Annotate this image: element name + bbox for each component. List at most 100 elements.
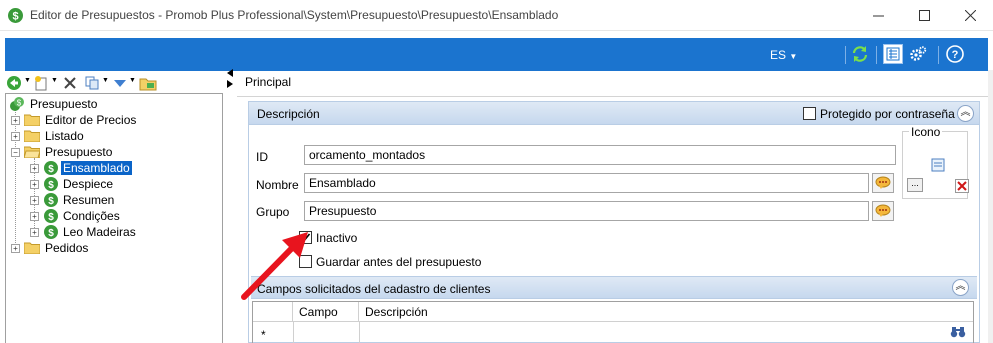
- close-icon[interactable]: [947, 0, 993, 31]
- refresh-icon[interactable]: [850, 44, 870, 64]
- toolbar-separator: [938, 46, 939, 64]
- svg-text:$: $: [48, 196, 54, 207]
- save-before-label: Guardar antes del presupuesto: [316, 255, 482, 269]
- description-panel: Descripción Protegido por contraseña ︽ I…: [248, 101, 980, 343]
- folder-icon: [24, 114, 40, 126]
- chevron-down-icon[interactable]: ▼: [102, 77, 109, 84]
- tree-item-label: Despiece: [63, 177, 114, 191]
- expand-icon[interactable]: +: [30, 195, 39, 205]
- minimize-icon[interactable]: [855, 0, 901, 31]
- new-row-marker: *: [261, 328, 266, 342]
- icon-group-label: Icono: [909, 125, 943, 139]
- document-icon: [931, 158, 945, 172]
- name-translate-button[interactable]: [872, 173, 894, 193]
- back-icon[interactable]: [5, 74, 23, 92]
- collapse-icon[interactable]: −: [11, 147, 20, 157]
- tree-item-editor-de-precios[interactable]: + Editor de Precios: [11, 112, 138, 128]
- svg-text:$: $: [48, 164, 54, 175]
- window-edge: [988, 70, 993, 343]
- svg-text:$: $: [48, 228, 54, 239]
- budget-root-icon: $: [10, 97, 24, 111]
- speech-bubble-icon: [875, 204, 891, 217]
- collapse-description-button[interactable]: ︽: [957, 105, 974, 122]
- name-input[interactable]: [304, 173, 869, 193]
- move-down-icon[interactable]: [111, 74, 129, 92]
- expand-icon[interactable]: +: [30, 163, 39, 173]
- id-label: ID: [256, 150, 268, 164]
- new-icon[interactable]: [32, 74, 50, 92]
- group-input[interactable]: [304, 201, 869, 221]
- folder-icon: [24, 242, 40, 254]
- tree-item-label: Condições: [63, 209, 120, 223]
- icon-group: ...: [902, 131, 969, 199]
- splitter-handle[interactable]: [226, 68, 234, 98]
- tree-item-label: Presupuesto: [45, 145, 113, 159]
- inactive-label: Inactivo: [316, 231, 358, 245]
- tree-toolbar: ▼ ▼ ▼ ▼: [5, 72, 225, 94]
- main-toolbar: ES ▼ ?: [5, 38, 988, 71]
- group-translate-button[interactable]: [872, 201, 894, 221]
- icon-remove-button[interactable]: [955, 179, 969, 193]
- divider: [237, 96, 993, 97]
- help-icon[interactable]: ?: [945, 44, 965, 64]
- chevron-down-icon[interactable]: ▼: [24, 77, 31, 84]
- svg-text:$: $: [48, 180, 54, 191]
- annotation-arrow: [241, 232, 308, 300]
- settings-icon[interactable]: [908, 44, 928, 64]
- protected-checkbox[interactable]: [803, 107, 816, 120]
- maximize-icon[interactable]: [901, 0, 947, 31]
- customer-fields-header: Campos solicitados del cadastro de clien…: [251, 276, 977, 299]
- description-panel-header: Descripción Protegido por contraseña ︽: [249, 102, 979, 125]
- group-label: Grupo: [256, 205, 290, 219]
- properties-icon[interactable]: [883, 44, 903, 64]
- tree-item-ensamblado[interactable]: + $ Ensamblado: [30, 160, 132, 176]
- expand-icon[interactable]: +: [30, 227, 39, 237]
- copy-icon[interactable]: [83, 74, 101, 92]
- customer-fields-grid[interactable]: Campo Descripción *: [252, 301, 974, 343]
- chevron-down-icon[interactable]: ▼: [129, 77, 136, 84]
- expand-icon[interactable]: +: [11, 243, 20, 253]
- chevron-down-icon[interactable]: ▼: [51, 77, 58, 84]
- window-title: Editor de Presupuestos - Promob Plus Pro…: [30, 8, 559, 22]
- red-x-icon: [957, 181, 967, 191]
- folder-open-icon: [24, 146, 40, 158]
- expand-icon[interactable]: +: [30, 179, 39, 189]
- report-icon: $: [44, 161, 58, 175]
- tree-root[interactable]: $ Presupuesto: [9, 96, 99, 112]
- report-icon: $: [44, 177, 58, 191]
- tree-item-label: Ensamblado: [61, 161, 132, 175]
- svg-text:$: $: [12, 11, 18, 23]
- tree-item-despiece[interactable]: + $ Despiece: [30, 176, 115, 192]
- report-icon: $: [44, 209, 58, 223]
- expand-icon[interactable]: +: [30, 211, 39, 221]
- tab-principal[interactable]: Principal: [245, 75, 291, 89]
- tree-item-condicoes[interactable]: + $ Condições: [30, 208, 122, 224]
- icon-browse-button[interactable]: ...: [907, 178, 923, 192]
- protected-label: Protegido por contraseña: [820, 107, 955, 121]
- tree-item-label: Resumen: [63, 193, 115, 207]
- grid-new-row[interactable]: *: [253, 322, 973, 343]
- name-label: Nombre: [256, 178, 299, 192]
- tree-item-listado[interactable]: + Listado: [11, 128, 86, 144]
- tree-item-leo-madeiras[interactable]: + $ Leo Madeiras: [30, 224, 138, 240]
- column-header-descripcion[interactable]: Descripción: [359, 302, 973, 322]
- binoculars-icon[interactable]: [950, 326, 966, 338]
- tree-item-label: Leo Madeiras: [63, 225, 136, 239]
- tree-item-pedidos[interactable]: + Pedidos: [11, 240, 90, 256]
- svg-text:$: $: [48, 212, 54, 223]
- budget-tree[interactable]: $ Presupuesto + Editor de Precios + List…: [5, 93, 223, 343]
- tree-item-presupuesto[interactable]: − Presupuesto: [11, 144, 114, 160]
- language-selector[interactable]: ES ▼: [770, 48, 797, 62]
- report-icon: $: [44, 225, 58, 239]
- delete-icon[interactable]: [61, 74, 79, 92]
- import-icon[interactable]: [139, 74, 157, 92]
- svg-text:?: ?: [952, 49, 959, 61]
- tree-item-resumen[interactable]: + $ Resumen: [30, 192, 116, 208]
- tree-root-label: Presupuesto: [30, 97, 98, 111]
- title-bar: $ Editor de Presupuestos - Promob Plus P…: [0, 0, 993, 31]
- collapse-customer-fields-button[interactable]: ︽: [952, 279, 969, 296]
- expand-icon[interactable]: +: [11, 131, 20, 141]
- svg-text:$: $: [17, 99, 22, 108]
- id-input[interactable]: [304, 145, 896, 165]
- expand-icon[interactable]: +: [11, 115, 20, 125]
